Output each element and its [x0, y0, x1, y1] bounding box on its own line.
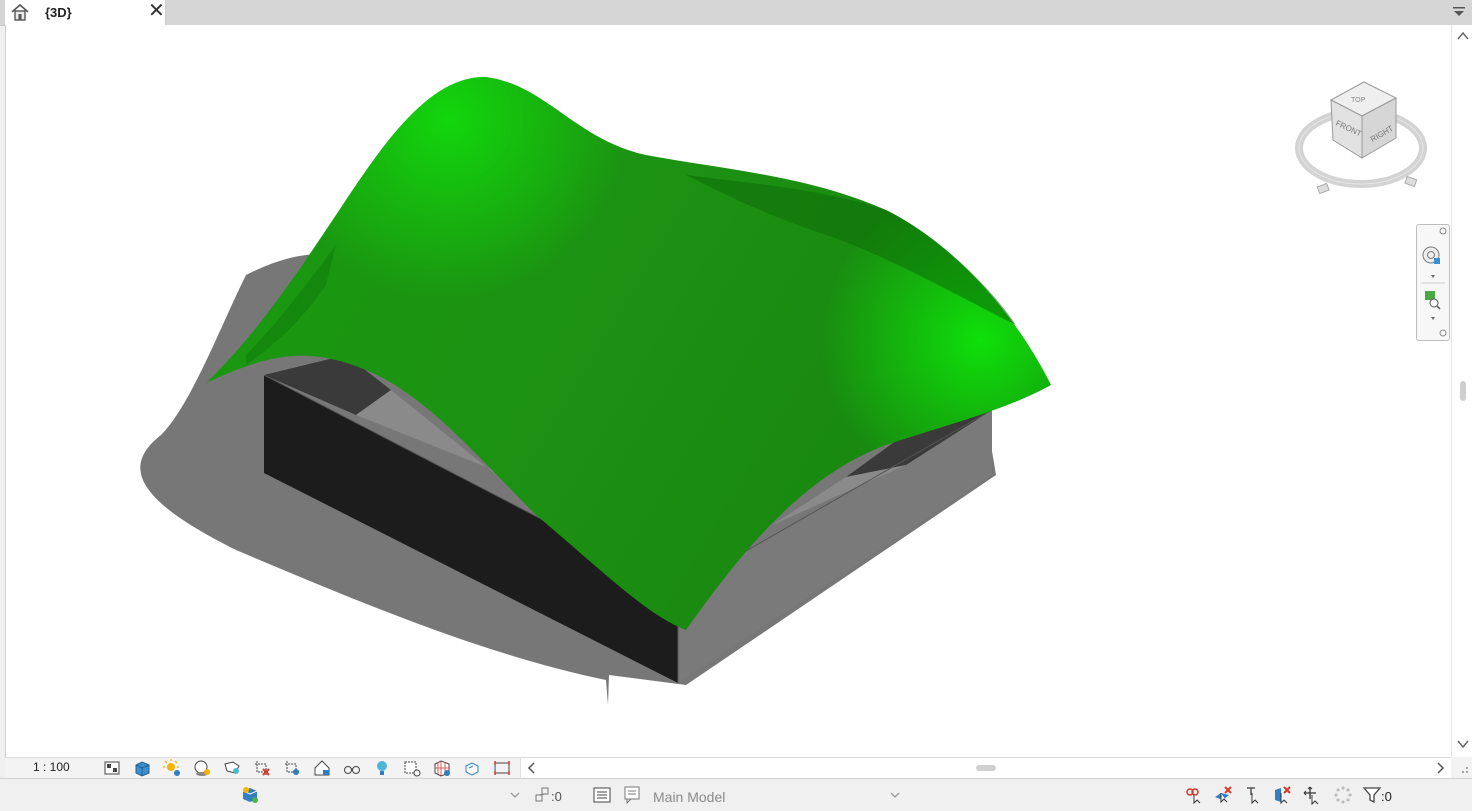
worksets-icon[interactable] — [240, 785, 260, 805]
detail-level-icon[interactable] — [103, 759, 121, 777]
visual-style-icon[interactable] — [133, 759, 151, 777]
tab-3d-view[interactable]: {3D} ✕ — [5, 0, 166, 25]
active-model-label[interactable]: Main Model — [653, 789, 725, 805]
crop-view-icon[interactable] — [253, 759, 271, 777]
scroll-right-icon[interactable] — [1437, 762, 1445, 774]
scroll-up-icon[interactable] — [1457, 31, 1469, 40]
view-control-bar: 1 : 100 — [5, 757, 1452, 778]
close-icon[interactable]: ✕ — [148, 1, 165, 21]
filter-icon[interactable] — [1362, 785, 1382, 805]
navigation-bar — [1416, 224, 1450, 341]
vertical-scrollbar[interactable] — [1451, 25, 1472, 757]
chevron-down-icon[interactable] — [1431, 317, 1435, 320]
home-icon — [11, 3, 29, 21]
reveal-hidden-icon[interactable] — [373, 759, 391, 777]
3d-viewport[interactable]: TOP FRONT RIGHT — [5, 25, 1452, 757]
highlight-displacement-icon[interactable] — [463, 759, 481, 777]
sun-path-icon[interactable] — [163, 759, 181, 777]
horizontal-scrollbar[interactable] — [520, 758, 1452, 778]
steering-wheel-icon[interactable] — [1422, 246, 1440, 264]
resize-grip-icon — [1462, 767, 1468, 773]
scroll-left-icon[interactable] — [527, 762, 535, 774]
reveal-constraints-icon[interactable] — [493, 759, 511, 777]
select-links-icon[interactable] — [1184, 785, 1204, 805]
temporary-view-properties-icon[interactable] — [403, 759, 421, 777]
viewcube[interactable]: TOP FRONT RIGHT — [1295, 81, 1427, 195]
show-crop-icon[interactable] — [283, 759, 301, 777]
select-pinned-icon[interactable] — [1243, 785, 1263, 805]
chevron-down-icon[interactable] — [510, 791, 520, 799]
view-scale[interactable]: 1 : 100 — [33, 760, 70, 774]
temporary-hide-icon[interactable] — [343, 759, 361, 777]
vertical-scroll-thumb[interactable] — [1460, 381, 1466, 401]
select-underlay-icon[interactable] — [1213, 785, 1233, 805]
design-option-set-icon[interactable] — [622, 785, 642, 805]
worksets-count: :0 — [551, 789, 562, 804]
show-analytical-model-icon[interactable] — [433, 759, 451, 777]
design-options-icon[interactable] — [592, 785, 612, 805]
chevron-down-icon[interactable] — [890, 791, 900, 799]
select-by-face-icon[interactable] — [1272, 785, 1292, 805]
drag-elements-icon[interactable] — [1302, 785, 1322, 805]
resize-grip[interactable] — [1451, 757, 1472, 777]
editable-only-icon[interactable] — [533, 785, 553, 805]
view-tab-bar: {3D} ✕ — [0, 0, 1472, 26]
scroll-down-icon[interactable] — [1457, 740, 1469, 749]
render-icon[interactable] — [223, 759, 241, 777]
navigation-bar-tools — [1421, 227, 1447, 337]
background-processes-icon[interactable] — [1333, 785, 1353, 805]
tab-title: {3D} — [45, 5, 72, 20]
viewcube-top-label: TOP — [1351, 97, 1366, 104]
close-icon[interactable] — [1439, 227, 1447, 235]
tab-list-dropdown-icon[interactable] — [1452, 6, 1466, 18]
model-canvas[interactable]: TOP FRONT RIGHT — [6, 25, 1452, 757]
status-bar: :0 Main Model:0 — [0, 778, 1472, 811]
options-icon[interactable] — [1439, 329, 1447, 337]
chevron-down-icon[interactable] — [1431, 275, 1435, 278]
shadows-icon[interactable] — [193, 759, 211, 777]
filter-count: :0 — [1381, 789, 1392, 804]
lock-view-icon[interactable] — [313, 759, 331, 777]
zoom-icon[interactable] — [1425, 291, 1441, 310]
horizontal-scroll-thumb[interactable] — [976, 765, 996, 771]
